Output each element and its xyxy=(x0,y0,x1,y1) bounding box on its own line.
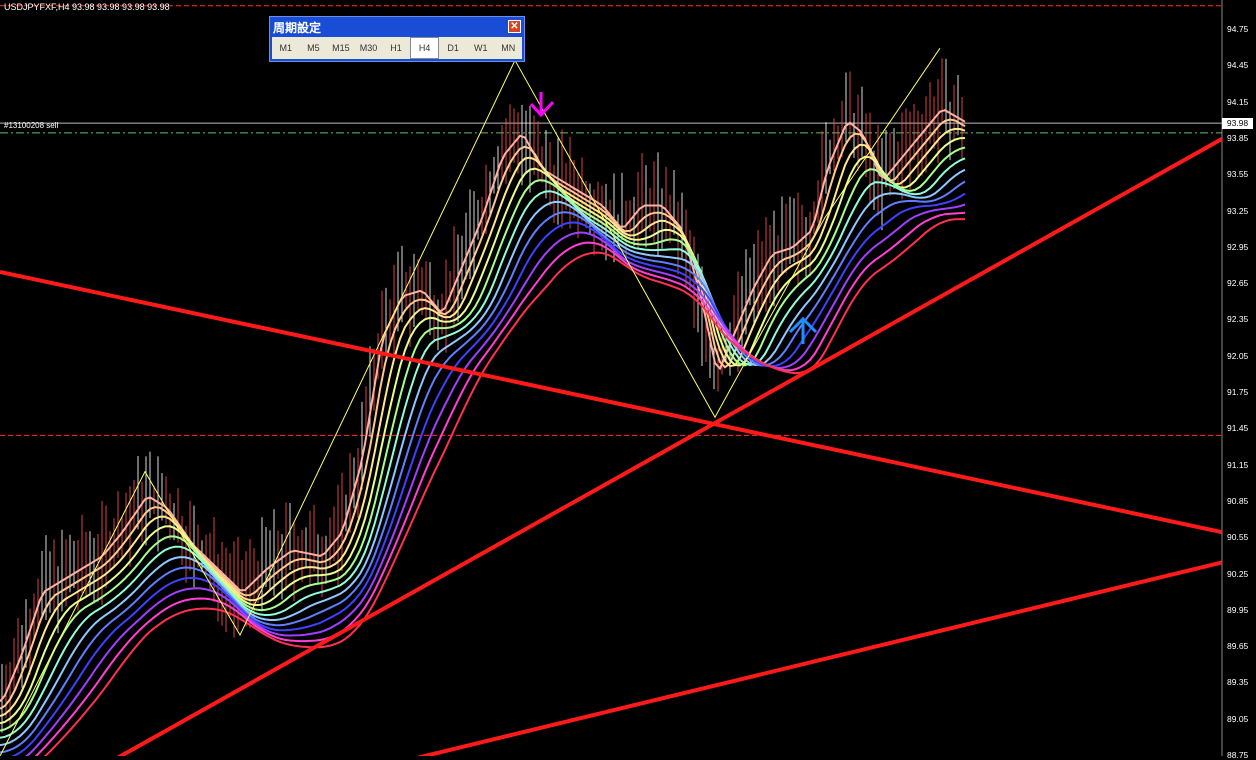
symbol-info-label: USDJPYFXF,H4 93.98 93.98 93.98 93.98 xyxy=(4,2,170,12)
price-tick-label: 94.15 xyxy=(1227,96,1249,107)
price-tick-label: 91.45 xyxy=(1227,423,1249,434)
price-tick-label: 94.75 xyxy=(1227,24,1249,34)
price-tick-label: 90.55 xyxy=(1227,532,1249,543)
timeframe-button-m5[interactable]: M5 xyxy=(300,37,328,59)
price-tick-label: 89.65 xyxy=(1227,641,1249,652)
panel-title: 周期設定 xyxy=(273,21,322,35)
timeframe-button-m15[interactable]: M15 xyxy=(327,37,355,59)
price-tick-label: 93.85 xyxy=(1227,132,1249,143)
price-chart[interactable] xyxy=(0,0,1256,756)
trendline-3 xyxy=(416,560,1223,756)
close-icon[interactable]: ✕ xyxy=(508,20,521,33)
panel-titlebar[interactable]: 周期設定 ✕ xyxy=(270,17,524,36)
moving-average-8 xyxy=(0,180,966,754)
timeframe-button-m30[interactable]: M30 xyxy=(355,37,383,59)
order-label: #13100208 sell xyxy=(4,121,59,130)
price-tick-label: 92.95 xyxy=(1227,241,1249,252)
current-price-badge: 93.98 xyxy=(1222,118,1253,129)
price-tick-label: 91.75 xyxy=(1227,387,1249,397)
moving-average-9 xyxy=(10,192,966,756)
price-tick-label: 91.15 xyxy=(1227,459,1249,470)
price-tick-label: 94.45 xyxy=(1227,60,1249,71)
timeframe-button-h1[interactable]: H1 xyxy=(382,37,410,59)
price-tick-label: 90.25 xyxy=(1227,568,1249,579)
price-tick-label: 90.85 xyxy=(1227,495,1249,506)
zigzag-line xyxy=(0,47,941,756)
timeframe-button-w1[interactable]: W1 xyxy=(467,37,495,59)
price-axis: 94.75 94.45 94.15 93.85 93.55 93.25 92.95 92.65… xyxy=(1222,0,1256,760)
price-tick-label: 89.05 xyxy=(1227,713,1249,724)
price-tick-label: 93.25 xyxy=(1227,205,1249,216)
price-tick-label: 89.95 xyxy=(1227,604,1249,615)
price-tick-label: 92.65 xyxy=(1227,278,1249,289)
price-tick-label: 93.55 xyxy=(1227,169,1249,180)
timeframe-button-bar: M1 M5 M15 M30 H1 H4 D1 W1 MN xyxy=(272,37,522,59)
timeframe-button-d1[interactable]: D1 xyxy=(439,37,467,59)
timeframe-button-m1[interactable]: M1 xyxy=(272,37,300,59)
timeframe-button-h4[interactable]: H4 xyxy=(409,37,440,59)
trendline-1 xyxy=(0,270,1223,535)
price-tick-label: 89.35 xyxy=(1227,677,1249,688)
price-tick-label: 92.05 xyxy=(1227,350,1249,361)
price-tick-label: 88.75 xyxy=(1227,750,1249,760)
timeframe-button-mn[interactable]: MN xyxy=(495,37,523,59)
period-settings-panel[interactable]: 周期設定 ✕ M1 M5 M15 M30 H1 H4 D1 W1 MN xyxy=(269,16,525,62)
price-tick-label: 92.35 xyxy=(1227,314,1249,325)
